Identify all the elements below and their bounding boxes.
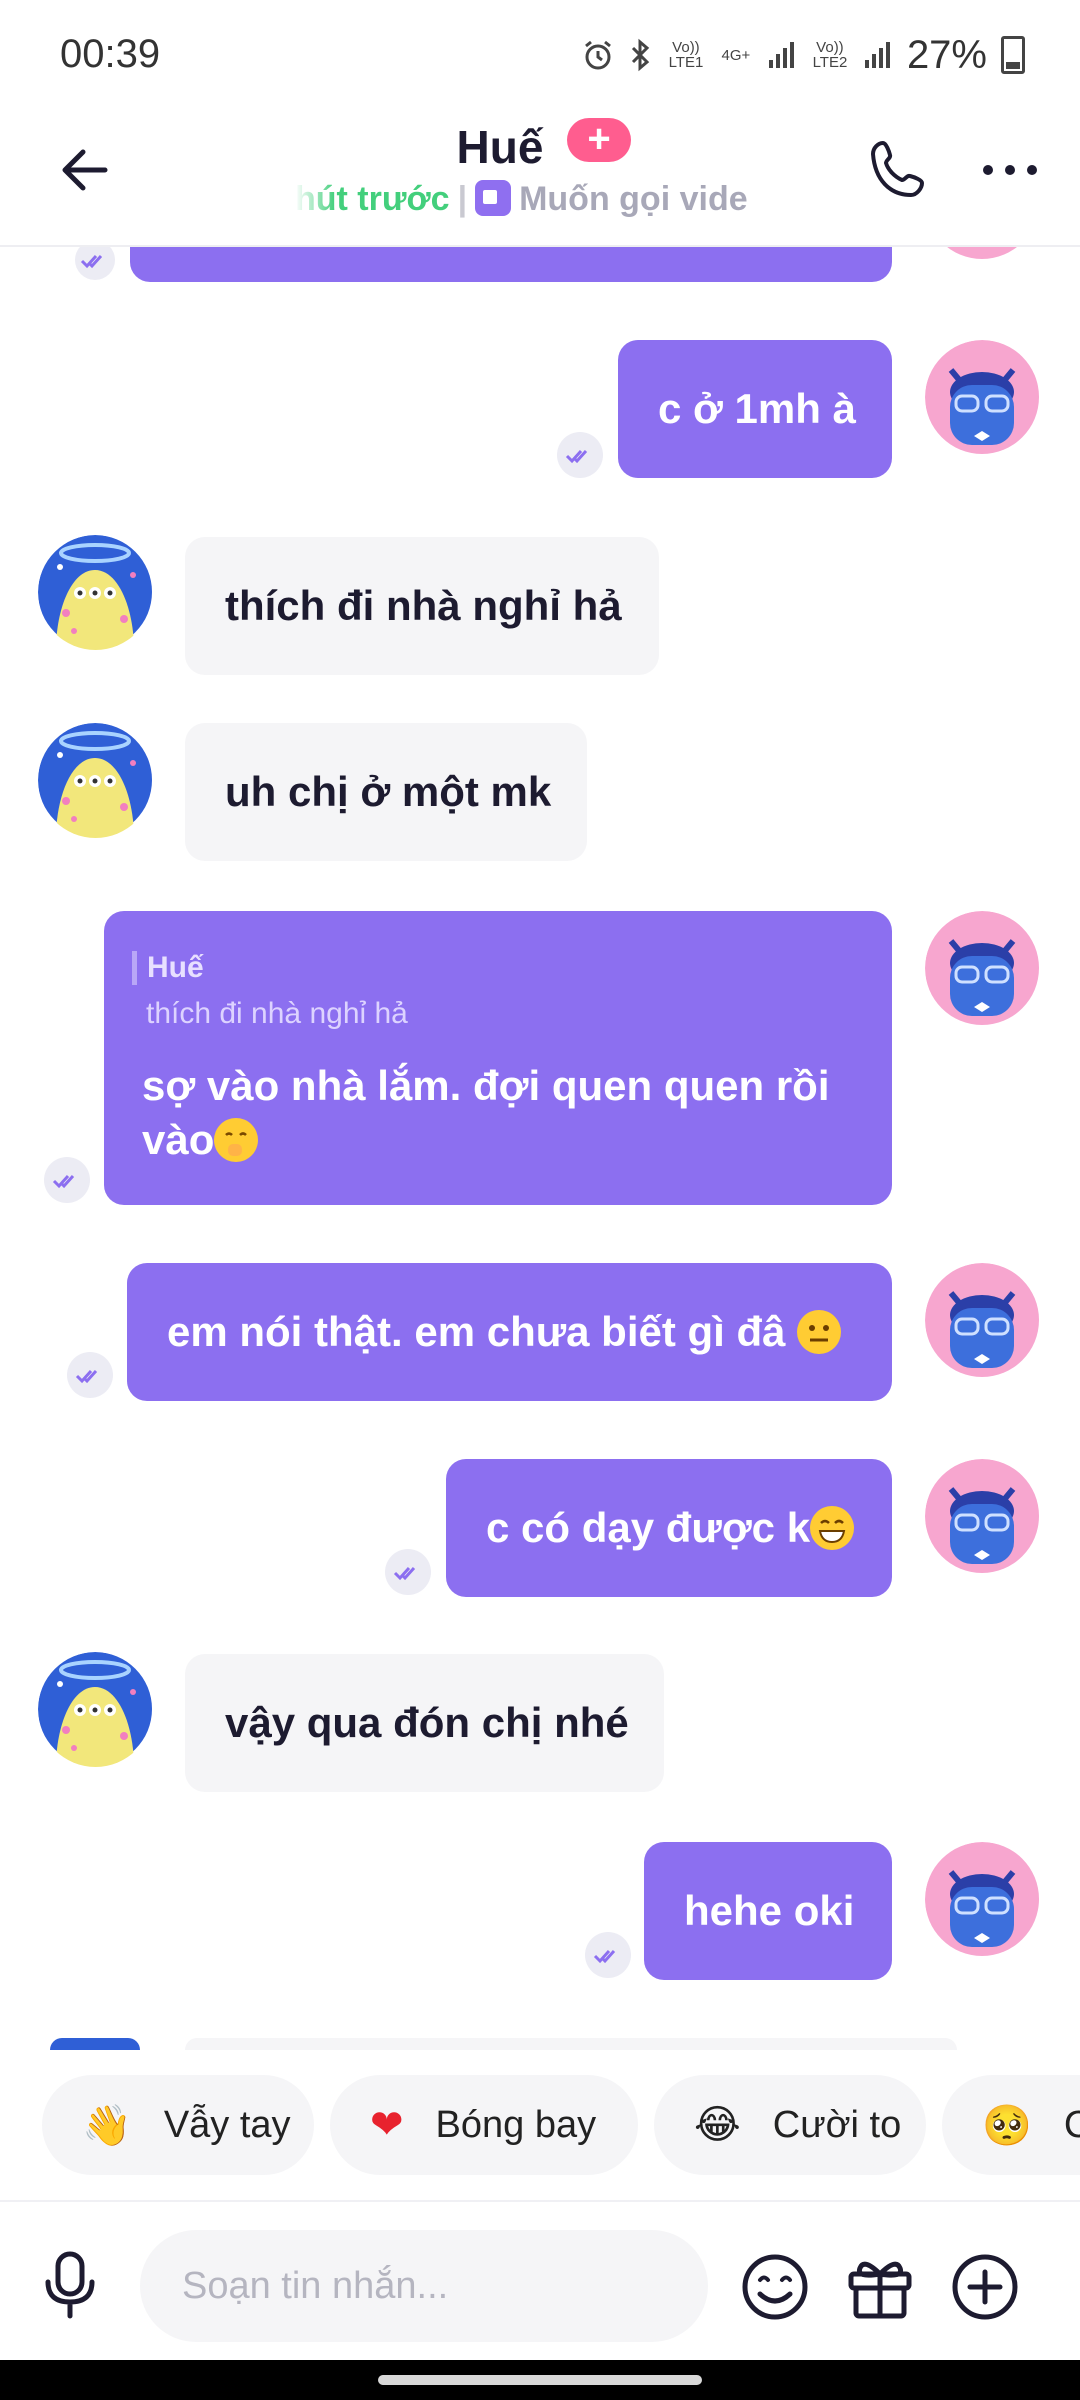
message-bubble-incoming[interactable]: thích đi nhà nghỉ hả <box>185 537 659 675</box>
read-receipt-icon <box>44 1157 90 1203</box>
message-composer <box>0 2200 1080 2362</box>
message-bubble-incoming-partial <box>185 2038 957 2050</box>
message-text: c ở 1mh à <box>658 385 856 432</box>
message-text: uh chị ở một mk <box>225 768 552 815</box>
heart-icon: ❤ <box>370 2102 404 2148</box>
read-receipt-icon <box>385 1549 431 1595</box>
add-friend-button[interactable]: + <box>567 118 631 162</box>
phone-call-icon[interactable] <box>865 135 935 205</box>
ticker-fade-right <box>745 180 785 224</box>
message-text: em nói thật. em chưa biết gì đâ <box>167 1308 842 1356</box>
laughing-face-icon: 😂 <box>694 2102 741 2148</box>
reaction-label: C <box>1063 2103 1080 2146</box>
reaction-label: Cười to <box>772 2103 902 2146</box>
message-text: c có dạy được k <box>486 1504 855 1552</box>
contact-avatar[interactable] <box>38 723 153 838</box>
my-avatar[interactable] <box>925 911 1040 1026</box>
chat-header: Huế + hút trước | Muốn gọi vide <box>0 115 1080 247</box>
home-indicator[interactable] <box>378 2375 702 2385</box>
message-text: vậy qua đón chị nhé <box>225 1699 629 1746</box>
gift-icon[interactable] <box>845 2252 915 2322</box>
contact-avatar-partial <box>50 2038 140 2050</box>
status-ticker: hút trước | Muốn gọi vide <box>295 180 785 224</box>
message-text: sợ vào nhà lắm. đợi quen quen rồi vào <box>142 1059 829 1167</box>
message-line-2: vào <box>142 1116 215 1163</box>
video-call-prompt[interactable]: Muốn gọi vide <box>519 180 748 218</box>
read-receipt-icon <box>585 1932 631 1978</box>
video-camera-icon <box>475 180 512 216</box>
message-bubble-outgoing[interactable]: c có dạy được k <box>446 1459 892 1597</box>
ticker-fade-left <box>295 180 335 224</box>
read-receipt-icon <box>557 432 603 478</box>
quoted-text: thích đi nhà nghỉ hả <box>146 997 408 1030</box>
reaction-chip-balloon[interactable]: ❤ Bóng bay <box>330 2075 638 2175</box>
message-text-content: c có dạy được k <box>486 1504 811 1551</box>
my-avatar[interactable] <box>925 1459 1040 1574</box>
message-bubble-outgoing[interactable]: em nói thật. em chưa biết gì đâ <box>127 1263 892 1401</box>
contact-avatar[interactable] <box>38 1652 153 1767</box>
message-bubble-outgoing[interactable]: c ở 1mh à <box>618 340 892 478</box>
microphone-icon[interactable] <box>40 2250 100 2320</box>
message-bubble-outgoing[interactable]: hehe oki <box>644 1842 892 1980</box>
pleading-face-icon: 🥺 <box>982 2102 1032 2149</box>
reaction-label: Bóng bay <box>435 2103 597 2146</box>
contact-avatar[interactable] <box>38 535 153 650</box>
reaction-chip-pleading[interactable]: 🥺 C <box>942 2075 1080 2175</box>
read-receipt-icon <box>67 1352 113 1398</box>
message-bubble-incoming[interactable]: vậy qua đón chị nhé <box>185 1654 664 1792</box>
message-line-1: sợ vào nhà lắm. đợi quen quen rồi <box>142 1062 830 1109</box>
my-avatar[interactable] <box>925 1842 1040 1957</box>
message-bubble-incoming[interactable]: uh chị ở một mk <box>185 723 587 861</box>
shushing-emoji-icon <box>214 1118 259 1162</box>
contact-name-text: Huế <box>456 121 544 173</box>
neutral-face-emoji-icon <box>797 1310 842 1354</box>
quoted-message[interactable]: Huế <box>132 951 204 985</box>
message-bubble-outgoing-reply[interactable]: Huế thích đi nhà nghỉ hả sợ vào nhà lắm.… <box>104 911 892 1205</box>
status-separator: | <box>457 180 468 218</box>
quoted-sender: Huế <box>147 951 204 984</box>
emoji-icon[interactable] <box>740 2252 810 2322</box>
reaction-label: Vẫy tay <box>163 2103 291 2146</box>
message-list[interactable]: c ở 1mh à thích đi nhà nghỉ hả uh chị ở … <box>0 0 1080 2050</box>
message-text-content: em nói thật. em chưa biết gì đâ <box>167 1308 786 1355</box>
my-avatar[interactable] <box>925 340 1040 455</box>
my-avatar[interactable] <box>925 1263 1040 1378</box>
add-attachment-icon[interactable] <box>950 2252 1020 2322</box>
grinning-emoji-icon <box>810 1506 855 1550</box>
reaction-chip-wave[interactable]: 👋 Vẫy tay <box>42 2075 314 2175</box>
more-options-icon[interactable] <box>980 160 1040 180</box>
message-text: hehe oki <box>684 1887 855 1934</box>
message-text: thích đi nhà nghỉ hả <box>225 582 622 629</box>
reaction-chip-laugh[interactable]: 😂 Cười to <box>654 2075 926 2175</box>
waving-hand-icon: 👋 <box>82 2102 132 2149</box>
message-input[interactable] <box>140 2230 708 2342</box>
quick-reactions-bar[interactable]: 👋 Vẫy tay ❤ Bóng bay 😂 Cười to 🥺 C <box>0 2065 1080 2185</box>
